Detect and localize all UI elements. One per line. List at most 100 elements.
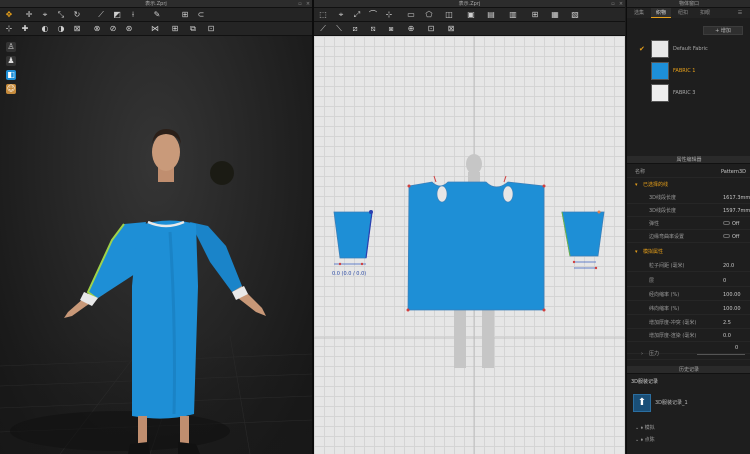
free-sew-icon[interactable]: ▤ — [486, 10, 496, 20]
property-value[interactable]: 1617.3mm — [723, 192, 750, 204]
seam-allowance-icon[interactable]: ⟋ — [318, 24, 328, 34]
property-value[interactable]: 0 — [723, 275, 726, 287]
tab-buttonhole[interactable]: 扣眼 — [695, 8, 715, 18]
2d-window: 表示.Zprj ▫ × ⬚ ⌖ ⤢ ⌒ ⊹ ▭ ⬠ ◫ ▣ ▤ ▥ ⊞ ▦ ▧ … — [314, 0, 625, 454]
vertex-point[interactable] — [542, 184, 546, 188]
button-tool-icon[interactable]: ◐ — [40, 24, 50, 34]
property-value[interactable]: 0.0 — [723, 330, 731, 342]
2d-pattern-canvas[interactable]: 0.0 (0.0 / 0.0) — [314, 36, 625, 454]
rotate-icon[interactable]: ↻ — [72, 10, 82, 20]
pressure-slider[interactable] — [697, 354, 745, 355]
brush-icon[interactable]: ✎ — [152, 10, 162, 20]
scale-icon[interactable]: ⤡ — [56, 10, 66, 20]
property-row: 纬向缩率 (%) 100.00 — [627, 303, 750, 315]
section-title: 已选择的线 — [643, 182, 669, 188]
property-value[interactable]: 20.0 — [723, 260, 734, 272]
add-fabric-button[interactable]: + 增加 — [703, 26, 743, 35]
left-sleeve-handle[interactable] — [369, 210, 373, 214]
trace-icon[interactable]: ▦ — [550, 10, 560, 20]
property-row: 边缘弯曲率设置 Off — [627, 231, 750, 243]
transform-pin-icon[interactable]: ⌖ — [40, 10, 50, 20]
tab-fabric[interactable]: 织物 — [651, 8, 671, 18]
property-value[interactable]: 1597.7mm — [723, 205, 750, 217]
pleat-icon[interactable]: ⧄ — [350, 24, 360, 34]
close-icon[interactable]: × — [304, 0, 312, 8]
segment-sew-icon[interactable]: ▣ — [466, 10, 476, 20]
graphic-icon[interactable]: ⧉ — [188, 24, 198, 34]
ring-icon[interactable]: ⊂ — [196, 10, 206, 20]
buttonhole-icon[interactable]: ◑ — [56, 24, 66, 34]
tape-icon[interactable]: ◩ — [112, 10, 122, 20]
texture-icon[interactable]: ⊞ — [170, 24, 180, 34]
section-selected-lines[interactable]: ▾ 已选择的线 — [627, 179, 750, 191]
avatar-3d-render[interactable] — [0, 36, 312, 454]
chevron-right-icon[interactable]: › — [641, 348, 643, 360]
vertex-point[interactable] — [542, 308, 546, 312]
elastic-toggle[interactable]: Off — [723, 218, 739, 230]
topstitch-icon[interactable]: ⊛ — [124, 24, 134, 34]
puckering-icon[interactable]: ⊕ — [406, 24, 416, 34]
property-value[interactable]: 100.00 — [723, 289, 741, 301]
curve-icon[interactable]: ⌒ — [368, 10, 378, 20]
right-panel: 物体窗口 选集 织物 纽扣 扣眼 ☰ + 增加 ✔ Default Fabric… — [626, 0, 750, 454]
property-value[interactable]: 100.00 — [723, 303, 741, 315]
history-sub-item[interactable]: ⌄ ⬧ 点陈 — [635, 436, 655, 443]
check-sewing-icon[interactable]: ⧆ — [386, 24, 396, 34]
grading-icon[interactable]: ▧ — [570, 10, 580, 20]
texture-2d-icon[interactable]: ⊡ — [426, 24, 436, 34]
rectangle-icon[interactable]: ▭ — [406, 10, 416, 20]
armhole-left — [436, 185, 448, 203]
notch-icon[interactable]: ⊞ — [530, 10, 540, 20]
close-icon[interactable]: × — [617, 0, 625, 8]
graphic-2d-icon[interactable]: ⊠ — [446, 24, 456, 34]
toggle-icon[interactable] — [723, 233, 730, 238]
body-pattern-piece[interactable] — [407, 181, 545, 311]
sync-icon[interactable]: ⋈ — [150, 24, 160, 34]
edit-sewing-icon[interactable]: ⧅ — [368, 24, 378, 34]
select-move-icon[interactable]: ✥ — [4, 10, 14, 20]
fabric-item[interactable]: FABRIC 3 — [635, 84, 747, 102]
edit-pin-icon[interactable]: ✚ — [20, 24, 30, 34]
panel-menu-icon[interactable]: ☰ — [733, 8, 747, 18]
polygon-icon[interactable]: ⬠ — [424, 10, 434, 20]
history-item[interactable]: ⬆ 3D服装记录_1 — [631, 394, 747, 414]
vertex-point[interactable] — [406, 308, 410, 312]
measure-point — [572, 260, 576, 264]
toggle-icon[interactable] — [723, 220, 730, 225]
camera-icon[interactable]: ⊡ — [206, 24, 216, 34]
gizmo-icon[interactable]: ✛ — [24, 10, 34, 20]
fabric-item[interactable]: ✔ Default Fabric — [635, 40, 747, 58]
avatar-tool-icon[interactable]: ⊹ — [4, 24, 14, 34]
measure-icon[interactable]: ⊞ — [180, 10, 190, 20]
sew-icon[interactable]: ⊘ — [108, 24, 118, 34]
pattern-icon[interactable]: ⊠ — [72, 24, 82, 34]
minimize-icon[interactable]: ▫ — [609, 0, 617, 8]
history-sub-item[interactable]: ⌄ ⬧ 模拟 — [635, 424, 655, 431]
vertex-point[interactable] — [597, 210, 601, 214]
select-icon[interactable]: ⬚ — [318, 10, 328, 20]
3d-viewport[interactable]: ♙ ♟ ◧ ☺ — [0, 36, 312, 454]
fold-icon[interactable]: ⟊ — [128, 10, 138, 20]
history-heading: 3D服装记录 — [631, 379, 659, 385]
fabric-item[interactable]: FABRIC 1 — [635, 62, 747, 80]
edit-point-icon[interactable]: ⌖ — [336, 10, 346, 20]
section-simulation-properties[interactable]: ▾ 模拟属性 — [627, 246, 750, 258]
tab-scene[interactable]: 选集 — [629, 8, 649, 18]
curvature-toggle[interactable]: Off — [723, 231, 739, 243]
property-name-value[interactable]: Pattern3D — [721, 166, 746, 178]
curvature-icon[interactable]: ⊹ — [384, 10, 394, 20]
fold-arrange-icon[interactable]: ▥ — [508, 10, 518, 20]
minimize-icon[interactable]: ▫ — [296, 0, 304, 8]
tab-button[interactable]: 纽扣 — [673, 8, 693, 18]
fabric-name: FABRIC 1 — [673, 68, 696, 74]
internal-shape-icon[interactable]: ◫ — [444, 10, 454, 20]
zipper-icon[interactable]: ⊗ — [92, 24, 102, 34]
dart-icon[interactable]: ⟍ — [334, 24, 344, 34]
transform-icon[interactable]: ⤢ — [352, 10, 362, 20]
pattern-layer[interactable]: 0.0 (0.0 / 0.0) — [314, 36, 625, 454]
needle-icon[interactable]: ⟋ — [96, 10, 106, 20]
property-row: 增加厚度-冲突 (毫米) 2.5 — [627, 317, 750, 329]
property-value[interactable]: 2.5 — [723, 317, 731, 329]
vertex-point[interactable] — [407, 184, 411, 188]
history-sub-label: 点陈 — [644, 437, 655, 443]
